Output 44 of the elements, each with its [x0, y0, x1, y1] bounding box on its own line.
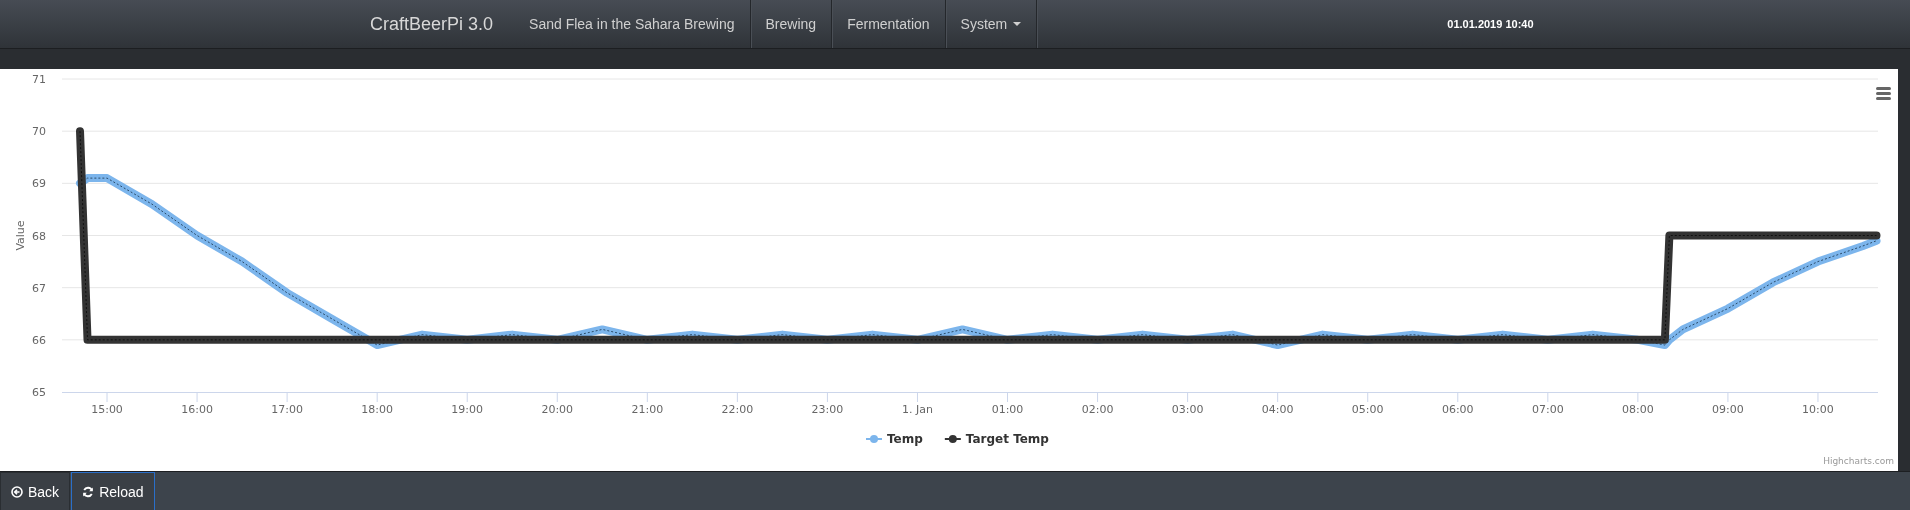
axis-title: Value — [14, 220, 27, 251]
back-arrow-icon — [11, 486, 23, 498]
axis-label: 09:00 — [1712, 403, 1744, 416]
legend-label: Temp — [887, 432, 924, 446]
nav-link[interactable]: Sand Flea in the Sahara Brewing — [515, 0, 751, 48]
axis-label: 69 — [32, 177, 46, 191]
axis-label: 23:00 — [811, 403, 844, 416]
axis-label: 02:00 — [1081, 403, 1114, 416]
axis-label: 04:00 — [1261, 403, 1294, 416]
axis-label: 03:00 — [1171, 403, 1204, 416]
axis-label: 67 — [32, 281, 46, 295]
dropdown-menu[interactable]: System — [945, 0, 1038, 48]
reload-button[interactable]: Reload — [71, 472, 155, 510]
axis-label: 22:00 — [721, 403, 754, 416]
axis-label: 06:00 — [1441, 403, 1474, 416]
legend-item[interactable]: Target Temp — [943, 432, 1049, 446]
axis-label: 10:00 — [1802, 403, 1834, 416]
caret-icon — [1013, 22, 1022, 26]
axis-label: 71 — [32, 73, 46, 86]
axis-label: 05:00 — [1351, 403, 1384, 416]
axis-label: 18:00 — [361, 403, 394, 416]
axis-label: 65 — [32, 386, 46, 399]
legend-item[interactable]: Temp — [865, 432, 923, 446]
menu-icon[interactable] — [1876, 87, 1891, 100]
axis-label: 1. Jan — [902, 403, 933, 416]
axis-label: 19:00 — [451, 403, 484, 416]
date-time: 01.01.2019 10:40 — [1447, 17, 1534, 32]
axis-label: 20:00 — [541, 403, 574, 416]
axis-label: 08:00 — [1622, 403, 1654, 416]
nav-link[interactable]: Brewing — [750, 0, 833, 48]
axis-label: 07:00 — [1531, 403, 1564, 416]
axis-label: 16:00 — [181, 403, 213, 416]
back-button[interactable]: Back — [0, 472, 71, 510]
axis-label: 01:00 — [991, 403, 1024, 416]
nav-link[interactable]: Fermentation — [832, 0, 946, 48]
axis-label: 15:00 — [91, 403, 123, 416]
axis-label: 21:00 — [631, 403, 664, 416]
axis-label: 70 — [32, 125, 46, 139]
axis-label: 17:00 — [271, 403, 303, 416]
legend-label: Target Temp — [965, 432, 1050, 446]
axis-label: 66 — [32, 333, 46, 347]
brand-link[interactable]: CraftBeerPi 3.0 — [360, 0, 516, 48]
refresh-icon — [82, 486, 95, 498]
axis-label: 68 — [32, 229, 46, 243]
